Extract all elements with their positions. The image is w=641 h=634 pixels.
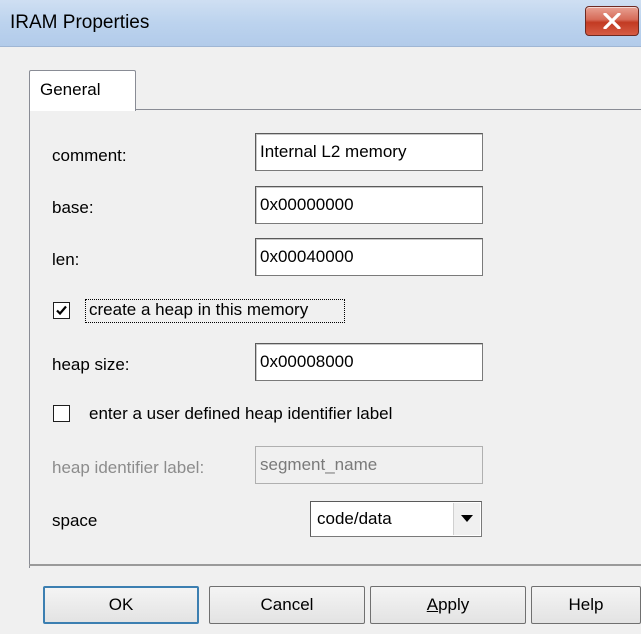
close-button[interactable]	[585, 6, 639, 36]
apply-button[interactable]: Apply	[370, 586, 526, 624]
space-select[interactable]: code/data	[310, 501, 482, 537]
apply-label-rest: pply	[438, 595, 470, 614]
tab-panel-general	[29, 109, 641, 568]
space-select-value: code/data	[317, 509, 392, 528]
chevron-down-icon	[461, 515, 473, 522]
user-heap-label-text[interactable]: enter a user defined heap identifier lab…	[89, 404, 392, 424]
space-label: space	[52, 511, 98, 530]
window-title: IRAM Properties	[10, 12, 150, 33]
space-dropdown-button[interactable]	[453, 503, 480, 535]
panel-divider	[29, 564, 641, 566]
checkmark-icon	[56, 305, 67, 316]
tab-general-label: General	[40, 80, 101, 99]
base-label: base:	[52, 198, 94, 217]
close-x-icon	[603, 13, 621, 29]
create-heap-checkbox[interactable]	[53, 302, 70, 319]
apply-accelerator: A	[426, 595, 439, 614]
comment-field[interactable]: Internal L2 memory	[255, 133, 483, 171]
dialog-window: IRAM Properties General comment: Interna…	[0, 0, 641, 634]
base-field[interactable]: 0x00000000	[255, 186, 483, 224]
ok-button[interactable]: OK	[43, 586, 199, 624]
title-bar[interactable]: IRAM Properties	[0, 0, 641, 47]
tab-general[interactable]: General	[29, 70, 136, 111]
comment-label: comment:	[52, 146, 127, 165]
cancel-button[interactable]: Cancel	[209, 586, 365, 624]
create-heap-label[interactable]: create a heap in this memory	[89, 300, 308, 320]
help-button[interactable]: Help	[531, 586, 641, 624]
heap-identifier-field: segment_name	[255, 446, 483, 484]
len-field[interactable]: 0x00040000	[255, 238, 483, 276]
user-heap-label-checkbox[interactable]	[53, 405, 70, 422]
len-label: len:	[52, 250, 80, 269]
heap-identifier-label: heap identifier label:	[52, 458, 205, 477]
heap-size-label: heap size:	[52, 355, 130, 374]
heap-size-field[interactable]: 0x00008000	[255, 343, 483, 381]
